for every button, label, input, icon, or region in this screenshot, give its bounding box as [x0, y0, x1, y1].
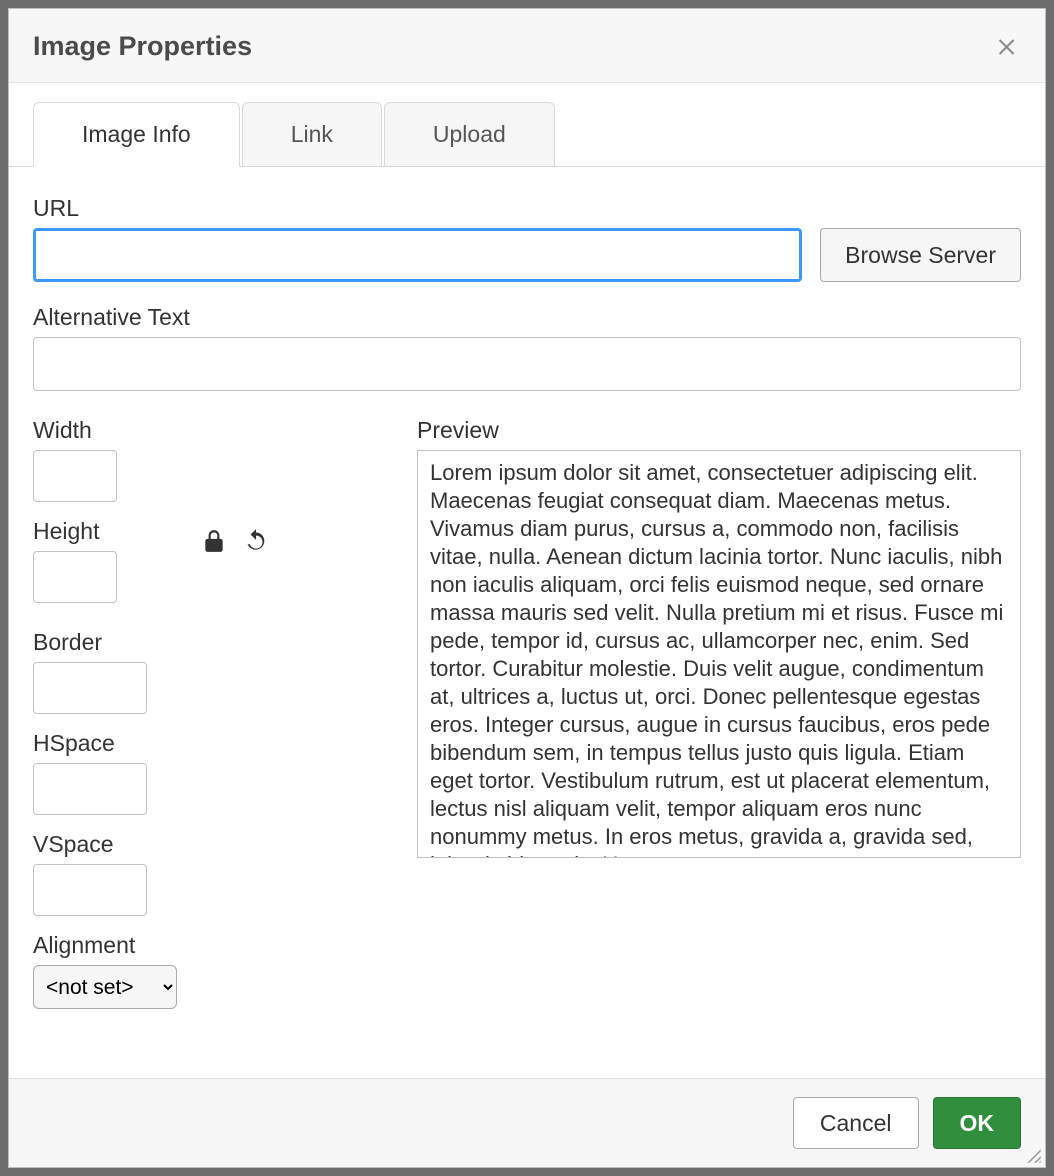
reset-size-button[interactable] [243, 528, 269, 554]
alt-text-label: Alternative Text [33, 304, 1021, 331]
tab-link[interactable]: Link [242, 102, 382, 167]
width-label: Width [33, 417, 177, 444]
alignment-label: Alignment [33, 932, 177, 959]
resize-grip-icon [1025, 1147, 1043, 1165]
tabs: Image Info Link Upload [9, 101, 1045, 167]
dialog-title: Image Properties [33, 31, 252, 62]
close-button[interactable] [993, 33, 1021, 61]
lock-icon [201, 528, 227, 554]
dimensions-group: Width Height [33, 417, 177, 619]
vspace-label: VSpace [33, 831, 177, 858]
alt-text-input[interactable] [33, 337, 1021, 391]
dialog-header: Image Properties [9, 9, 1045, 83]
hspace-input[interactable] [33, 763, 147, 815]
ratio-controls [201, 417, 269, 617]
dialog-body: Image Info Link Upload URL Browse Server… [9, 83, 1045, 1078]
image-properties-dialog: Image Properties Image Info Link Upload … [8, 8, 1046, 1168]
cancel-button[interactable]: Cancel [793, 1097, 919, 1149]
ok-button[interactable]: OK [933, 1097, 1022, 1149]
lock-ratio-button[interactable] [201, 528, 227, 554]
close-icon [995, 35, 1019, 59]
vspace-input[interactable] [33, 864, 147, 916]
browse-server-button[interactable]: Browse Server [820, 228, 1021, 282]
border-input[interactable] [33, 662, 147, 714]
left-column: Width Height Border HSpace VSpace Alig [33, 417, 393, 1066]
width-input[interactable] [33, 450, 117, 502]
border-label: Border [33, 629, 177, 656]
preview-box: Lorem ipsum dolor sit amet, consectetuer… [417, 450, 1021, 858]
columns: Width Height Border HSpace VSpace Alig [33, 417, 1021, 1066]
hspace-label: HSpace [33, 730, 177, 757]
tab-upload[interactable]: Upload [384, 102, 555, 167]
tab-image-info[interactable]: Image Info [33, 102, 240, 167]
right-column: Preview Lorem ipsum dolor sit amet, cons… [417, 417, 1021, 1066]
alignment-select[interactable]: <not set> [33, 965, 177, 1009]
resize-handle[interactable] [1025, 1147, 1043, 1165]
height-input[interactable] [33, 551, 117, 603]
refresh-icon [243, 528, 269, 554]
dialog-footer: Cancel OK [9, 1078, 1045, 1167]
url-label: URL [33, 195, 1021, 222]
preview-label: Preview [417, 417, 1021, 444]
tab-content-image-info: URL Browse Server Alternative Text Width… [9, 167, 1045, 1078]
url-row: Browse Server [33, 228, 1021, 282]
height-label: Height [33, 518, 177, 545]
url-input[interactable] [33, 228, 802, 282]
